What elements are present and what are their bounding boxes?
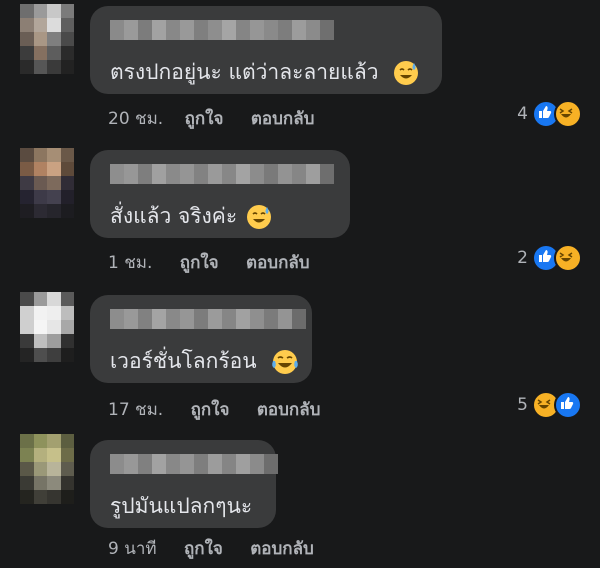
comment-bubble: สั่งแล้ว จริงค่ะ: [90, 150, 350, 238]
reply-link[interactable]: ตอบกลับ: [250, 539, 314, 559]
like-link[interactable]: ถูกใจ: [184, 539, 223, 559]
comment-bubble: ตรงปกอยู่นะ แต่ว่าละลายแล้ว: [90, 6, 442, 94]
haha-reaction-icon: [554, 100, 582, 128]
like-link[interactable]: ถูกใจ: [185, 109, 224, 129]
reply-link[interactable]: ตอบกลับ: [257, 400, 321, 420]
reaction-summary[interactable]: 5: [517, 391, 582, 419]
comment-meta: 1 ชม. ถูกใจ ตอบกลับ: [108, 249, 310, 276]
tears-of-joy-emoji-icon: [272, 350, 299, 374]
author-name-blurred[interactable]: [110, 309, 310, 329]
comment-timestamp[interactable]: 9 นาที: [108, 539, 157, 559]
comment-meta: 20 ชม. ถูกใจ ตอบกลับ: [108, 105, 314, 132]
avatar[interactable]: [20, 434, 74, 504]
comment-text: ตรงปกอยู่นะ แต่ว่าละลายแล้ว: [110, 56, 419, 89]
reaction-summary[interactable]: 2: [517, 244, 582, 272]
reaction-count: 4: [517, 104, 528, 124]
like-link[interactable]: ถูกใจ: [191, 400, 230, 420]
like-reaction-icon: [554, 391, 582, 419]
reply-link[interactable]: ตอบกลับ: [246, 253, 310, 273]
avatar[interactable]: [20, 292, 74, 362]
comment-timestamp[interactable]: 17 ชม.: [108, 400, 163, 420]
reply-link[interactable]: ตอบกลับ: [251, 109, 315, 129]
reaction-count: 2: [517, 248, 528, 268]
haha-reaction-icon: [554, 244, 582, 272]
avatar[interactable]: [20, 4, 74, 74]
sweat-smile-emoji-icon: [246, 205, 271, 229]
reaction-summary[interactable]: 4: [517, 100, 582, 128]
like-link[interactable]: ถูกใจ: [180, 253, 219, 273]
comment-bubble: เวอร์ชั่นโลกร้อน: [90, 295, 312, 383]
sweat-smile-emoji-icon: [394, 61, 419, 85]
reaction-count: 5: [517, 395, 528, 415]
author-name-blurred[interactable]: [110, 164, 334, 184]
comment-meta: 17 ชม. ถูกใจ ตอบกลับ: [108, 396, 320, 423]
comment-text: รูปมันแปลกๆนะ: [110, 494, 253, 518]
comment-timestamp[interactable]: 20 ชม.: [108, 109, 163, 129]
comment-text: สั่งแล้ว จริงค่ะ: [110, 200, 272, 233]
author-name-blurred[interactable]: [110, 20, 346, 40]
comment-text: เวอร์ชั่นโลกร้อน: [110, 345, 299, 378]
comment-bubble: รูปมันแปลกๆนะ: [90, 440, 278, 528]
comment-timestamp[interactable]: 1 ชม.: [108, 253, 152, 273]
comment-meta: 9 นาที ถูกใจ ตอบกลับ: [108, 535, 314, 562]
author-name-blurred[interactable]: [110, 454, 278, 474]
avatar[interactable]: [20, 148, 74, 218]
